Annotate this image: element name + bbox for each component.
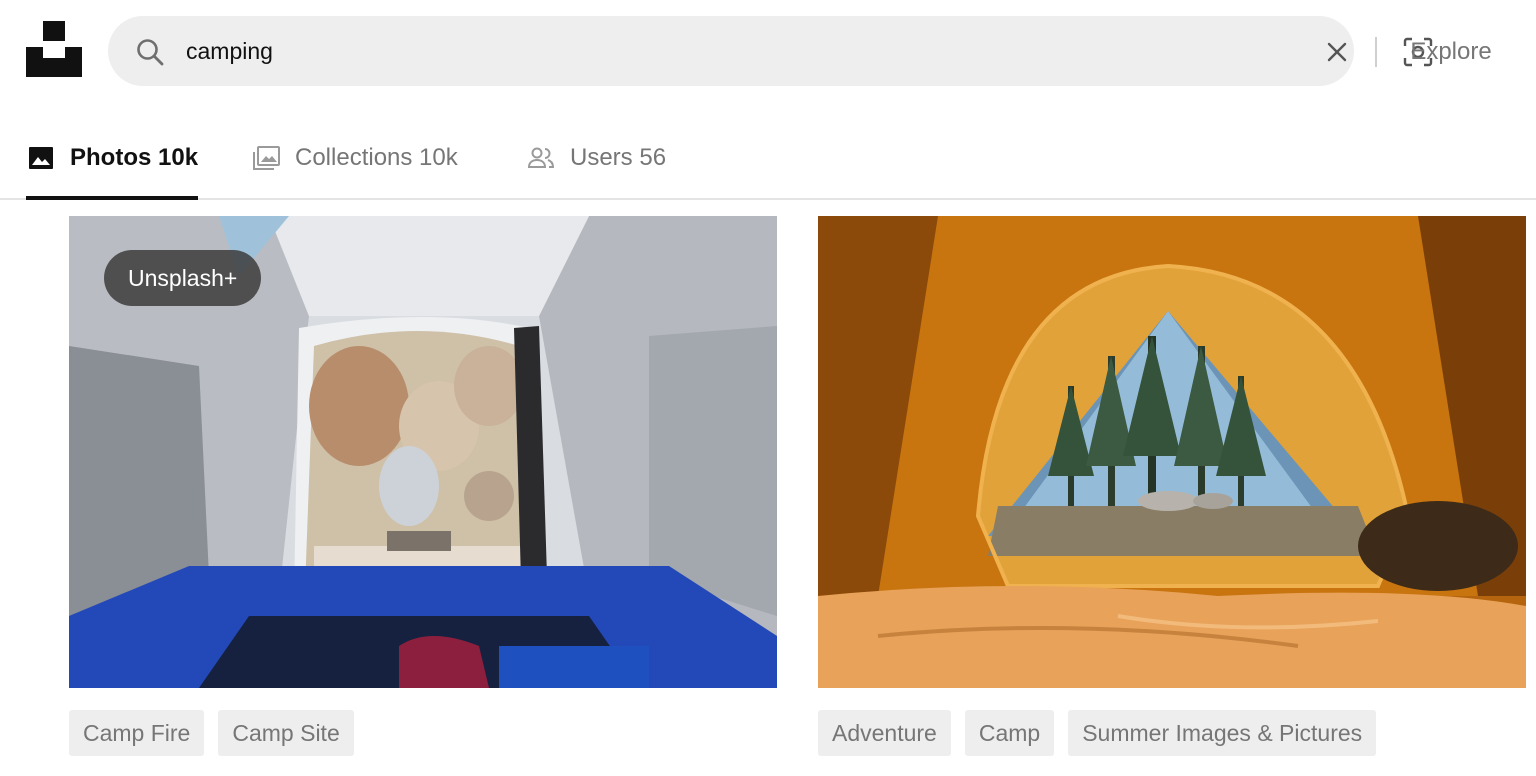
tab-label: Collections 10k (295, 144, 458, 171)
photo-2-tags: Adventure Camp Summer Images & Pictures (818, 710, 1377, 756)
top-bar: Explore (0, 0, 1536, 100)
tag-chip[interactable]: Camp Site (218, 710, 354, 756)
photo-card-orange-tent-forest[interactable] (818, 216, 1526, 688)
photo-1-tags: Camp Fire Camp Site (69, 710, 354, 756)
tab-label: Users 56 (570, 144, 667, 171)
search-divider (1375, 37, 1377, 67)
collections-icon (253, 146, 280, 170)
photo-card-tent-boulders[interactable]: Unsplash+ (69, 216, 777, 688)
unsplash-logo-icon[interactable] (26, 21, 82, 77)
tab-label: Photos 10k (70, 144, 199, 171)
orange-tent-forest-photo (818, 216, 1526, 688)
users-icon (527, 147, 555, 168)
tag-chip[interactable]: Adventure (818, 710, 951, 756)
tag-chip[interactable]: Camp (964, 710, 1055, 756)
tab-users[interactable]: Users 56 (526, 118, 666, 198)
tab-collections[interactable]: Collections 10k (251, 118, 458, 198)
explore-link[interactable]: Explore (1393, 32, 1509, 72)
search-input[interactable] (186, 30, 1186, 72)
close-icon[interactable] (1324, 39, 1350, 65)
unsplash-plus-badge: Unsplash+ (104, 250, 262, 306)
tag-chip[interactable]: Summer Images & Pictures (1068, 710, 1377, 756)
image-icon (29, 147, 53, 169)
search-icon[interactable] (136, 38, 164, 66)
tag-chip[interactable]: Camp Fire (69, 710, 205, 756)
tab-photos[interactable]: Photos 10k (26, 118, 199, 200)
search-tabs: Photos 10k Collections 10k Users 56 (0, 118, 1536, 200)
search-bar (108, 16, 1433, 86)
